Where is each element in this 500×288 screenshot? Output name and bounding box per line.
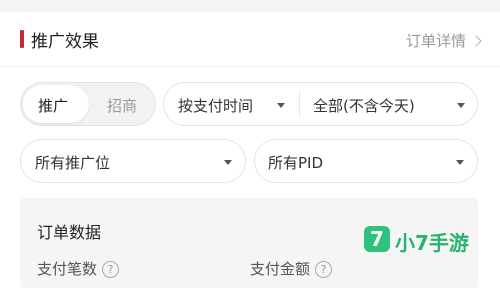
pid-label: 所有PID [268, 154, 324, 172]
caret-down-icon [224, 160, 232, 165]
section-title: 推广效果 [31, 32, 99, 52]
watermark-text: 小7手游 [395, 231, 469, 255]
pid-dropdown[interactable]: 所有PID [254, 139, 478, 183]
time-type-label: 按支付时间 [178, 97, 254, 115]
promo-merchant-toggle[interactable]: 推广 招商 [20, 82, 156, 126]
position-dropdown[interactable]: 所有推广位 [20, 139, 246, 183]
order-detail-label: 订单详情 [405, 32, 466, 50]
metric-label: 支付金额 [250, 260, 311, 278]
watermark-logo-icon: 7 [364, 226, 390, 252]
metric-pay-amount: 支付金额? [250, 258, 333, 279]
order-data-title: 订单数据 [37, 223, 102, 242]
time-filter-group: 按支付时间 全部(不含今天) [163, 82, 478, 126]
segment-promo[interactable]: 推广 [38, 95, 68, 116]
divider [0, 66, 500, 67]
metric-label: 支付笔数 [37, 260, 98, 278]
help-icon[interactable]: ? [315, 261, 333, 278]
dropdown-divider [299, 91, 300, 117]
caret-down-icon [456, 160, 464, 165]
accent-bar [20, 30, 24, 48]
chevron-right-icon [470, 35, 482, 47]
top-band [0, 0, 500, 12]
help-icon[interactable]: ? [102, 261, 120, 278]
caret-down-icon [277, 103, 285, 108]
order-detail-link[interactable]: 订单详情 [405, 30, 482, 51]
metric-pay-count: 支付笔数? [37, 258, 120, 279]
position-label: 所有推广位 [35, 154, 111, 172]
time-range-label: 全部(不含今天) [313, 97, 415, 115]
section-header: 推广效果 订单详情 [0, 12, 500, 66]
caret-down-icon [457, 103, 465, 108]
segment-merchant[interactable]: 招商 [107, 95, 137, 116]
